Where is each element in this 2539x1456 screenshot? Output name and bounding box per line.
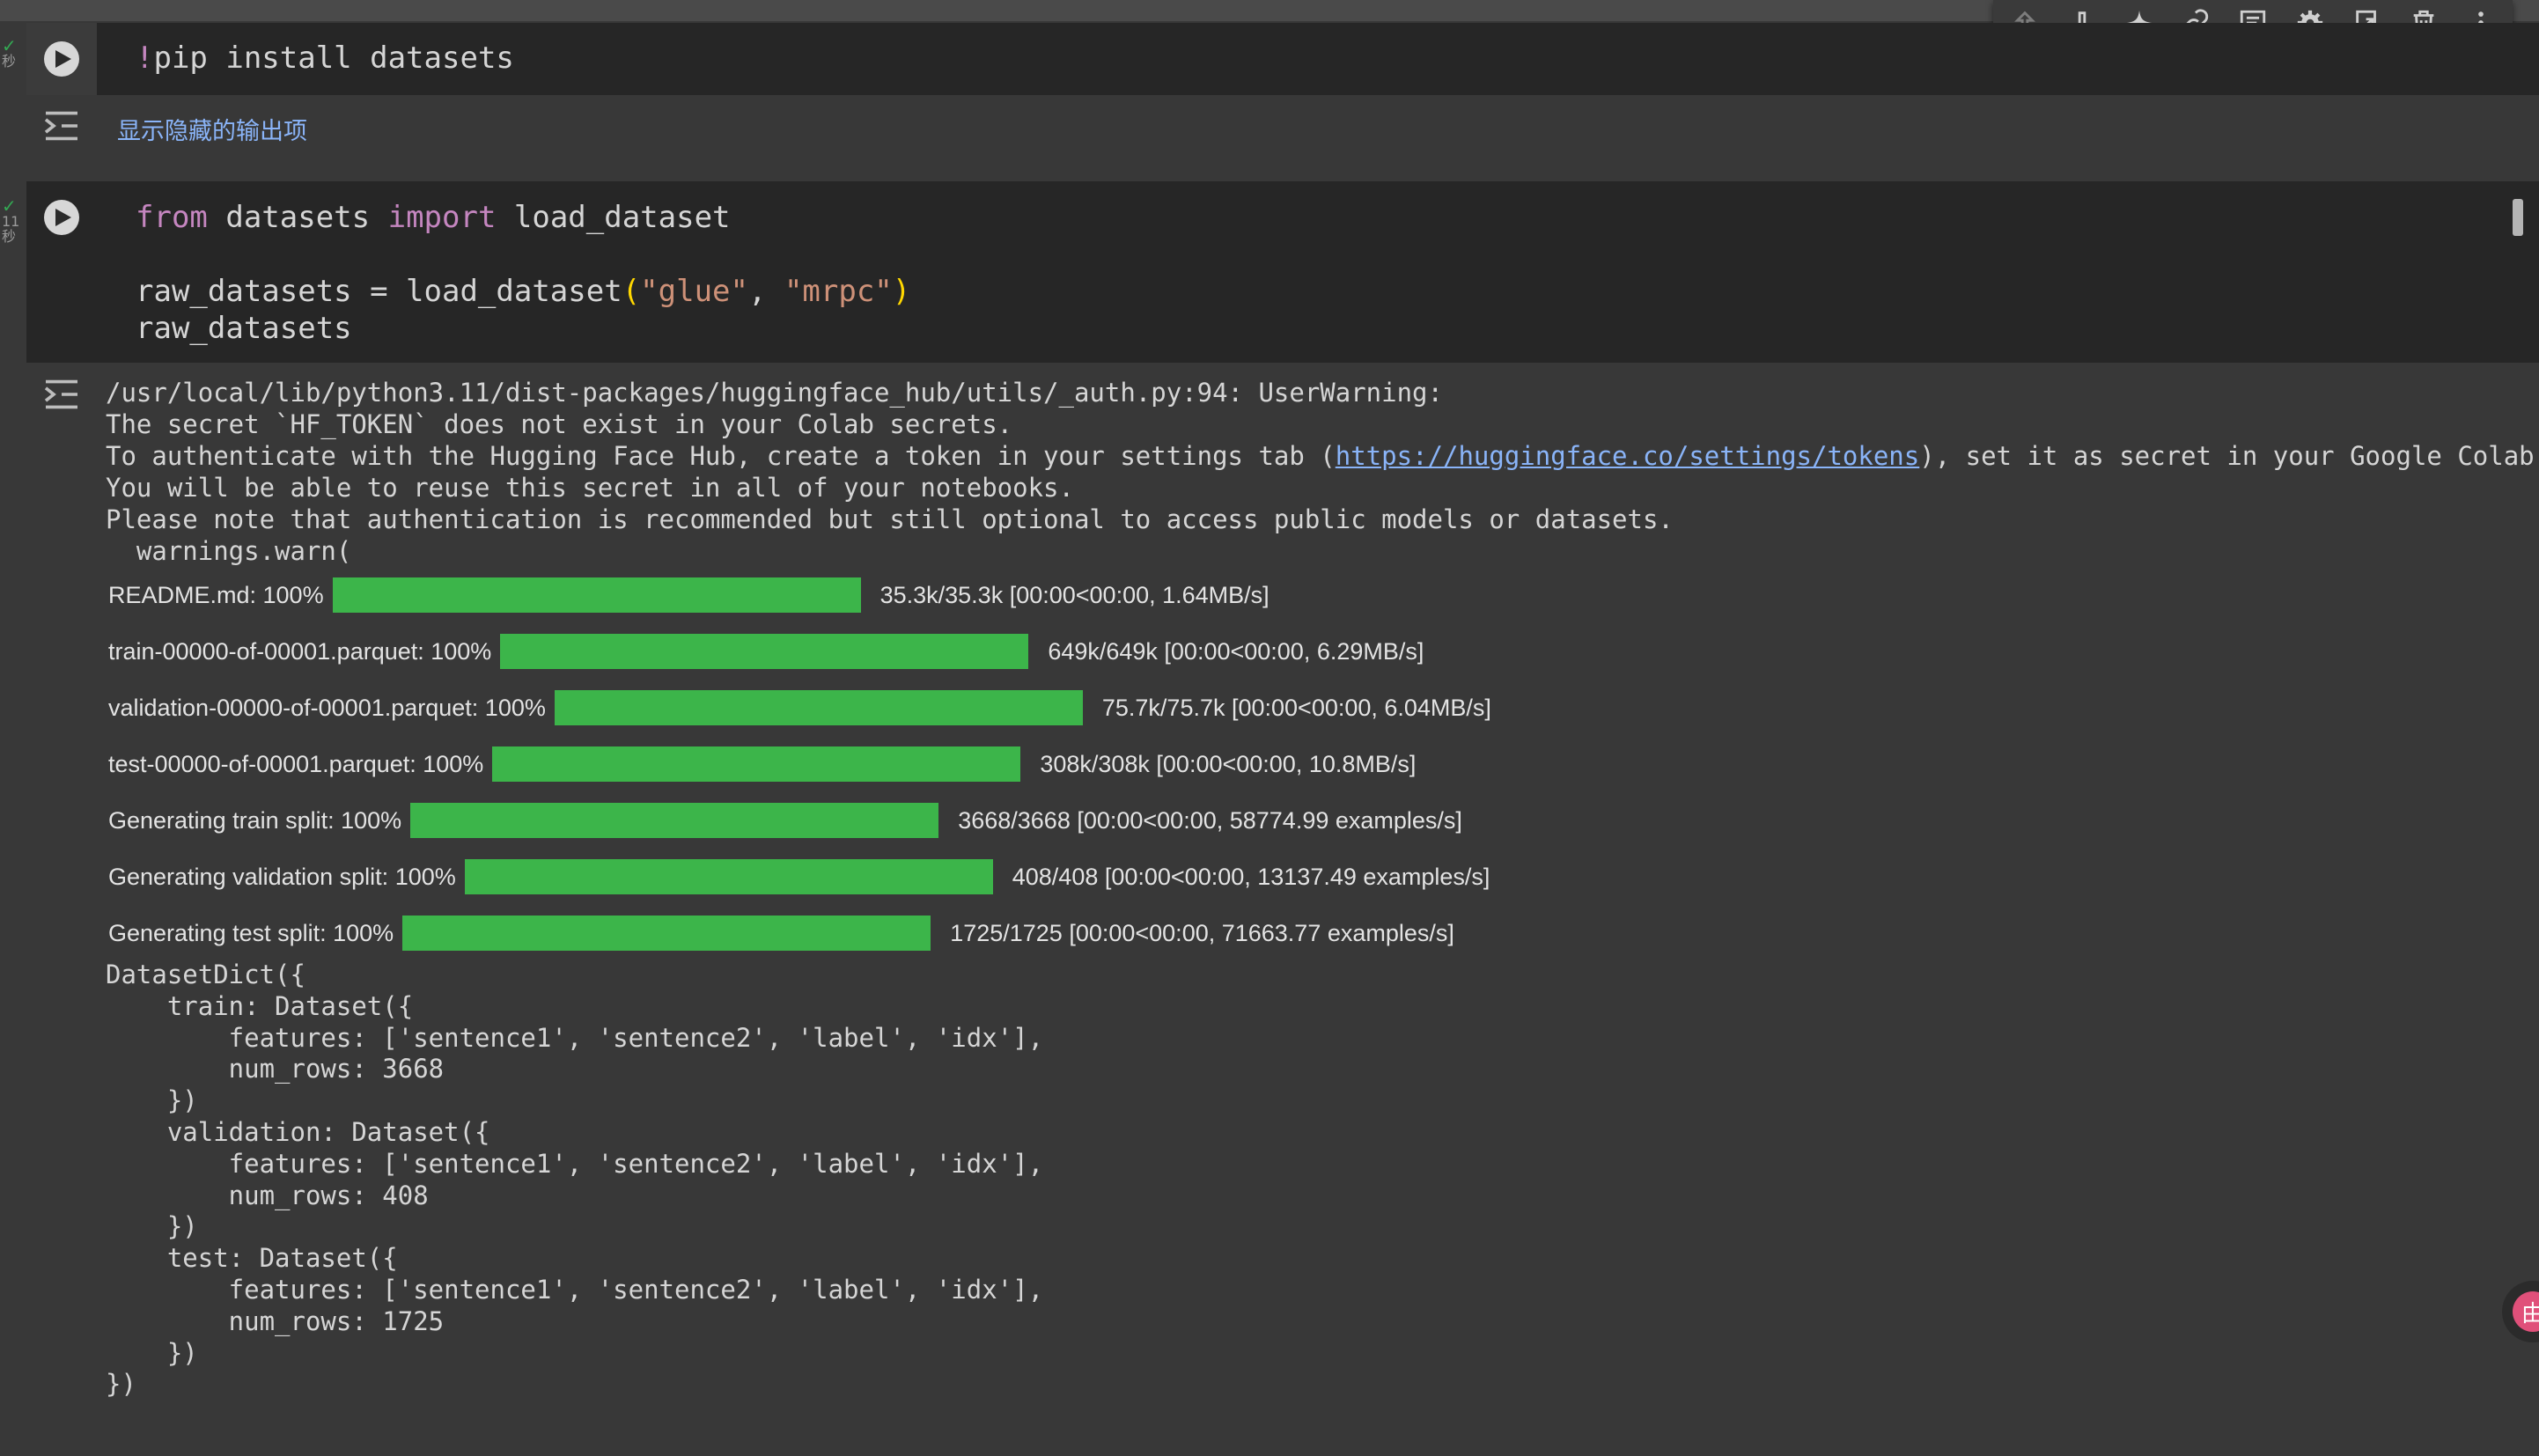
run-cell-button[interactable] [44, 41, 79, 77]
warning-output: /usr/local/lib/python3.11/dist-packages/… [106, 377, 2539, 567]
progress-stats: 75.7k/75.7k [00:00<00:00, 6.04MB/s] [1101, 694, 1491, 721]
progress-bar [402, 916, 931, 951]
output-line: features: ['sentence1', 'sentence2', 'la… [106, 1274, 1044, 1305]
output-line: }) [106, 1337, 198, 1368]
output-collapse-icon [44, 379, 77, 409]
play-icon [55, 209, 71, 226]
code-token: pip install datasets [153, 40, 514, 76]
cell2-code[interactable]: from datasets import load_dataset raw_da… [136, 199, 910, 347]
progress-bar [554, 690, 1083, 725]
dataset-dict-output: DatasetDict({ train: Dataset({ features:… [106, 960, 1043, 1401]
progress-label: Generating train split: 100% [108, 806, 402, 834]
progress-bar [410, 803, 939, 838]
cell1-exec-status: ✓ 秒 [2, 35, 17, 70]
code-token: ( [622, 274, 641, 309]
show-hidden-output-link[interactable]: 显示隐藏的输出项 [117, 112, 307, 146]
run-cell-button[interactable] [44, 200, 79, 235]
editor-scrollbar[interactable] [2513, 199, 2523, 236]
progress-fill [500, 634, 1029, 669]
output-line: train: Dataset({ [106, 990, 414, 1021]
run-cell-area [26, 23, 97, 95]
warning-line: /usr/local/lib/python3.11/dist-packages/… [106, 378, 1443, 408]
exec-time-value: 11 [2, 213, 20, 230]
progress-label: README.md: 100% [108, 581, 324, 608]
run-cell-area [26, 181, 97, 254]
code-token: import [387, 200, 497, 235]
floating-assistant-button[interactable]: 由 [2502, 1281, 2539, 1342]
progress-stats: 408/408 [00:00<00:00, 13137.49 examples/… [1012, 863, 1490, 890]
code-cell-2[interactable]: from datasets import load_dataset raw_da… [26, 181, 2539, 363]
code-token: load_dataset [496, 200, 731, 235]
progress-fill [410, 803, 939, 838]
progress-bar [492, 746, 1021, 782]
code-token: from [136, 200, 208, 235]
progress-row: train-00000-of-00001.parquet: 100% 649k/… [108, 634, 1424, 669]
code-token: raw_datasets = load_dataset [136, 274, 622, 309]
output-collapse-icon [44, 111, 77, 141]
output-line: validation: Dataset({ [106, 1116, 490, 1147]
progress-label: Generating validation split: 100% [108, 863, 456, 890]
output-line: }) [106, 1369, 136, 1400]
exec-time-unit: 秒 [2, 228, 17, 245]
assistant-avatar: 由 [2513, 1291, 2539, 1332]
warning-line: warnings.warn( [106, 536, 352, 566]
hf-tokens-link[interactable]: https://huggingface.co/settings/tokens [1336, 441, 1919, 471]
progress-label: Generating test split: 100% [108, 919, 394, 946]
progress-stats: 1725/1725 [00:00<00:00, 71663.77 example… [950, 919, 1454, 946]
progress-row: Generating test split: 100% 1725/1725 [0… [108, 916, 1454, 951]
progress-bar [500, 634, 1029, 669]
progress-fill [464, 859, 993, 894]
play-icon [55, 50, 71, 68]
progress-row: README.md: 100% 35.3k/35.3k [00:00<00:00… [108, 577, 1270, 613]
progress-fill [554, 690, 1083, 725]
check-icon: ✓ [2, 195, 17, 217]
output-toggle-button[interactable] [42, 379, 81, 415]
output-line: test: Dataset({ [106, 1243, 398, 1274]
warning-line: To authenticate with the Hugging Face Hu… [106, 441, 1336, 471]
output-line: DatasetDict({ [106, 960, 305, 989]
progress-fill [402, 916, 931, 951]
output-toggle-button[interactable] [42, 110, 81, 146]
progress-label: validation-00000-of-00001.parquet: 100% [108, 694, 546, 721]
output-line: }) [106, 1211, 198, 1242]
progress-stats: 35.3k/35.3k [00:00<00:00, 1.64MB/s] [879, 581, 1270, 608]
progress-row: test-00000-of-00001.parquet: 100% 308k/3… [108, 746, 1416, 782]
progress-bar [332, 577, 861, 613]
code-token: "mrpc" [784, 274, 893, 309]
code-token: ) [892, 274, 911, 309]
output-line: num_rows: 3668 [106, 1054, 445, 1085]
code-token: , [748, 274, 784, 309]
cell2-exec-status: ✓ 11 秒 [2, 195, 20, 245]
progress-label: train-00000-of-00001.parquet: 100% [108, 637, 492, 665]
warning-line: The secret `HF_TOKEN` does not exist in … [106, 409, 1013, 439]
progress-stats: 308k/308k [00:00<00:00, 10.8MB/s] [1040, 750, 1417, 777]
exec-time-unit: 秒 [2, 53, 17, 70]
code-token: datasets [207, 200, 388, 235]
progress-fill [332, 577, 861, 613]
progress-row: Generating train split: 100% 3668/3668 [… [108, 803, 1462, 838]
warning-line: You will be able to reuse this secret in… [106, 473, 1074, 503]
output-line: features: ['sentence1', 'sentence2', 'la… [106, 1148, 1044, 1179]
progress-stats: 649k/649k [00:00<00:00, 6.29MB/s] [1048, 637, 1424, 665]
output-line: num_rows: 1725 [106, 1305, 445, 1336]
progress-stats: 3668/3668 [00:00<00:00, 58774.99 example… [958, 806, 1462, 834]
code-token: raw_datasets [136, 311, 352, 346]
check-icon: ✓ [2, 35, 17, 56]
warning-line: ), set it as secret in your Google Colab… [1919, 441, 2535, 471]
code-token: ! [136, 40, 154, 76]
progress-bar [464, 859, 993, 894]
progress-fill [492, 746, 1021, 782]
code-cell-1[interactable]: !pip install datasets [26, 23, 2539, 95]
progress-row: validation-00000-of-00001.parquet: 100% … [108, 690, 1491, 725]
output-line: num_rows: 408 [106, 1180, 429, 1210]
output-line: features: ['sentence1', 'sentence2', 'la… [106, 1022, 1044, 1053]
code-token: "glue" [640, 274, 748, 309]
warning-line: Please note that authentication is recom… [106, 504, 1674, 534]
output-line: }) [106, 1085, 198, 1116]
progress-label: test-00000-of-00001.parquet: 100% [108, 750, 484, 777]
cell1-code[interactable]: !pip install datasets [136, 40, 514, 77]
progress-row: Generating validation split: 100% 408/40… [108, 859, 1490, 894]
